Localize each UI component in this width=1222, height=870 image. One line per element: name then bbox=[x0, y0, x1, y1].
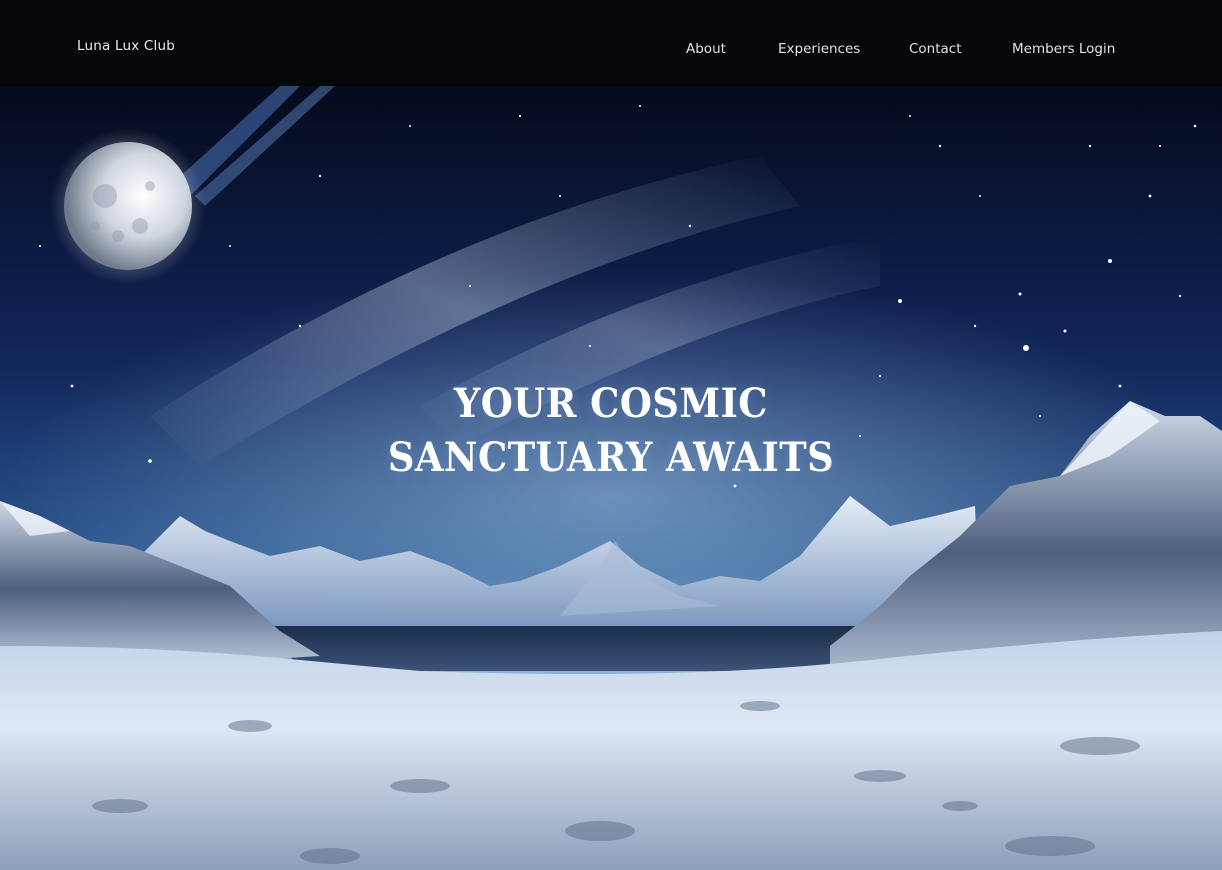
main-nav: About Experiences Contact Members Login bbox=[0, 41, 1222, 61]
hero-headline-line-1: YOUR COSMIC bbox=[453, 380, 769, 428]
nav-link-experiences[interactable]: Experiences bbox=[778, 41, 860, 57]
hero-headline: YOUR COSMIC SANCTUARY AWAITS bbox=[0, 377, 1222, 485]
hero-headline-line-2: SANCTUARY AWAITS bbox=[387, 434, 835, 482]
hero-section: YOUR COSMIC SANCTUARY AWAITS bbox=[0, 86, 1222, 870]
nav-link-about[interactable]: About bbox=[686, 41, 726, 57]
nav-link-members-login[interactable]: Members Login bbox=[1012, 41, 1115, 57]
nav-link-contact[interactable]: Contact bbox=[909, 41, 962, 57]
site-header: Luna Lux Club About Experiences Contact … bbox=[0, 0, 1222, 86]
